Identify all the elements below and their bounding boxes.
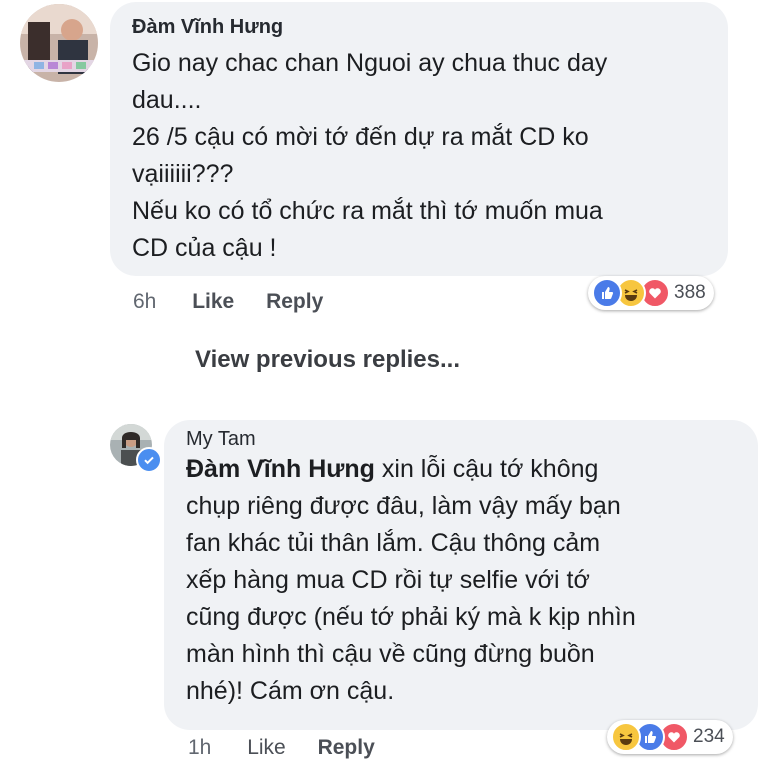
haha-icon (611, 722, 641, 752)
avatar-dam-vinh-hung[interactable] (20, 4, 98, 82)
like-link[interactable]: Like (247, 736, 286, 759)
reaction-summary[interactable]: 388 (588, 276, 714, 310)
comment-text-line: Đàm Vĩnh Hưng xin lỗi cậu tớ không (186, 451, 736, 488)
comment-author[interactable]: Đàm Vĩnh Hưng (132, 16, 706, 39)
comment-author[interactable]: My Tam (186, 428, 736, 451)
comment-text-line: dau.... (132, 86, 202, 114)
comment-text-line: chụp riêng được đâu, làm vậy mấy bạn (186, 492, 621, 520)
comment-text-line: vạiiiiii??? (132, 160, 234, 188)
comment-text-line: fan khác tủi thân lắm. Cậu thông cảm (186, 529, 601, 557)
avatar-photo (20, 4, 98, 82)
reply-link[interactable]: Reply (318, 736, 375, 759)
comment-text-line: cũng được (nếu tớ phải ký mà k kịp nhìn (186, 603, 636, 631)
comment-actions: 6h Like Reply (133, 290, 343, 314)
reaction-count: 388 (674, 282, 706, 303)
like-link[interactable]: Like (192, 290, 234, 313)
reply-bubble: My Tam Đàm Vĩnh Hưng xin lỗi cậu tớ khôn… (164, 420, 758, 730)
like-icon (592, 278, 622, 308)
comment-bubble: Đàm Vĩnh Hưng Gio nay chac chan Nguoi ay… (110, 2, 728, 276)
view-previous-replies-link[interactable]: View previous replies... (195, 346, 460, 374)
verified-badge-icon (136, 447, 162, 473)
comment-timestamp[interactable]: 1h (188, 736, 211, 759)
reply-link[interactable]: Reply (266, 290, 323, 313)
comment-text-line: 26 /5 cậu có mời tớ đến dự ra mắt CD ko (132, 123, 589, 151)
comment-text-line: xếp hàng mua CD rồi tự selfie với tớ (186, 566, 590, 594)
comment-text-line: Gio nay chac chan Nguoi ay chua thuc day (132, 49, 608, 77)
comment-text-line: Nếu ko có tổ chức ra mắt thì tớ muốn mua (132, 197, 603, 225)
comment-text-line: CD của cậu ! (132, 234, 277, 262)
comment-timestamp[interactable]: 6h (133, 290, 156, 313)
comment-text-line: màn hình thì cậu về cũng đừng buồn (186, 640, 595, 668)
mention-link[interactable]: Đàm Vĩnh Hưng (186, 455, 375, 483)
reaction-count: 234 (693, 726, 725, 747)
comment-text-line: nhé)! Cám ơn cậu. (186, 677, 395, 705)
reaction-summary[interactable]: 234 (607, 720, 733, 754)
comment-actions: 1h Like Reply (188, 736, 395, 760)
comment-text-fragment: xin lỗi cậu tớ không (374, 455, 599, 483)
